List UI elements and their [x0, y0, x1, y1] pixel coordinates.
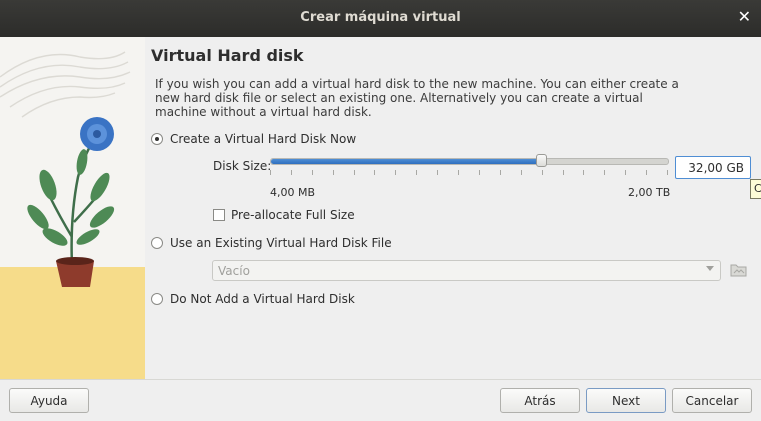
slider-tick	[542, 170, 543, 175]
use-existing-option[interactable]: Use an Existing Virtual Hard Disk File	[151, 234, 392, 252]
title-bar: Crear máquina virtual ✕	[0, 0, 761, 37]
disk-size-slider[interactable]	[270, 154, 669, 167]
preallocate-checkbox[interactable]	[213, 209, 225, 221]
slider-tick	[479, 170, 480, 175]
slider-tick	[604, 170, 605, 175]
slider-tick	[395, 170, 396, 175]
wizard-page: Virtual Hard disk If you wish you can ad…	[145, 37, 761, 379]
slider-tick	[458, 170, 459, 175]
page-description: If you wish you can add a virtual hard d…	[155, 77, 679, 119]
use-existing-label: Use an Existing Virtual Hard Disk File	[170, 236, 392, 250]
button-bar: Ayuda Atrás Next Cancelar	[0, 379, 761, 421]
do-not-add-label: Do Not Add a Virtual Hard Disk	[170, 292, 355, 306]
slider-tick	[646, 170, 647, 175]
do-not-add-option[interactable]: Do Not Add a Virtual Hard Disk	[151, 290, 355, 308]
slider-tick	[563, 170, 564, 175]
use-existing-radio[interactable]	[151, 237, 163, 249]
window-title: Crear máquina virtual	[300, 10, 461, 25]
slider-tick	[667, 170, 668, 175]
do-not-add-radio[interactable]	[151, 293, 163, 305]
preallocate-option[interactable]: Pre-allocate Full Size	[213, 208, 355, 222]
cancel-button[interactable]: Cancelar	[672, 388, 752, 413]
slider-tick	[374, 170, 375, 175]
disk-size-min-label: 4,00 MB	[270, 186, 316, 199]
help-button[interactable]: Ayuda	[9, 388, 89, 413]
slider-tick	[270, 170, 271, 175]
slider-tick	[521, 170, 522, 175]
disk-size-input[interactable]: 32,00 GB	[675, 156, 751, 179]
slider-fill	[271, 159, 541, 164]
slider-ticks	[270, 170, 668, 176]
slider-tick	[416, 170, 417, 175]
folder-open-icon[interactable]	[730, 262, 748, 278]
disk-size-label: Disk Size:	[213, 159, 272, 173]
existing-file-select[interactable]: Vacío	[212, 260, 721, 281]
next-button[interactable]: Next	[586, 388, 666, 413]
slider-tick	[333, 170, 334, 175]
tooltip: C	[750, 179, 761, 199]
slider-tick	[500, 170, 501, 175]
create-disk-radio[interactable]	[151, 133, 163, 145]
existing-file-value: Vacío	[218, 264, 250, 278]
close-icon[interactable]: ✕	[738, 7, 751, 26]
create-disk-label: Create a Virtual Hard Disk Now	[170, 132, 357, 146]
back-button[interactable]: Atrás	[500, 388, 580, 413]
preallocate-label: Pre-allocate Full Size	[231, 208, 355, 222]
slider-tick	[312, 170, 313, 175]
chevron-down-icon	[706, 266, 714, 271]
slider-tick	[437, 170, 438, 175]
slider-tick	[625, 170, 626, 175]
slider-tick	[354, 170, 355, 175]
wizard-illustration	[0, 37, 145, 379]
disk-size-max-label: 2,00 TB	[628, 186, 671, 199]
slider-tick	[583, 170, 584, 175]
create-disk-option[interactable]: Create a Virtual Hard Disk Now	[151, 130, 356, 148]
slider-tick	[291, 170, 292, 175]
page-heading: Virtual Hard disk	[151, 46, 304, 65]
slider-handle[interactable]	[536, 154, 547, 167]
